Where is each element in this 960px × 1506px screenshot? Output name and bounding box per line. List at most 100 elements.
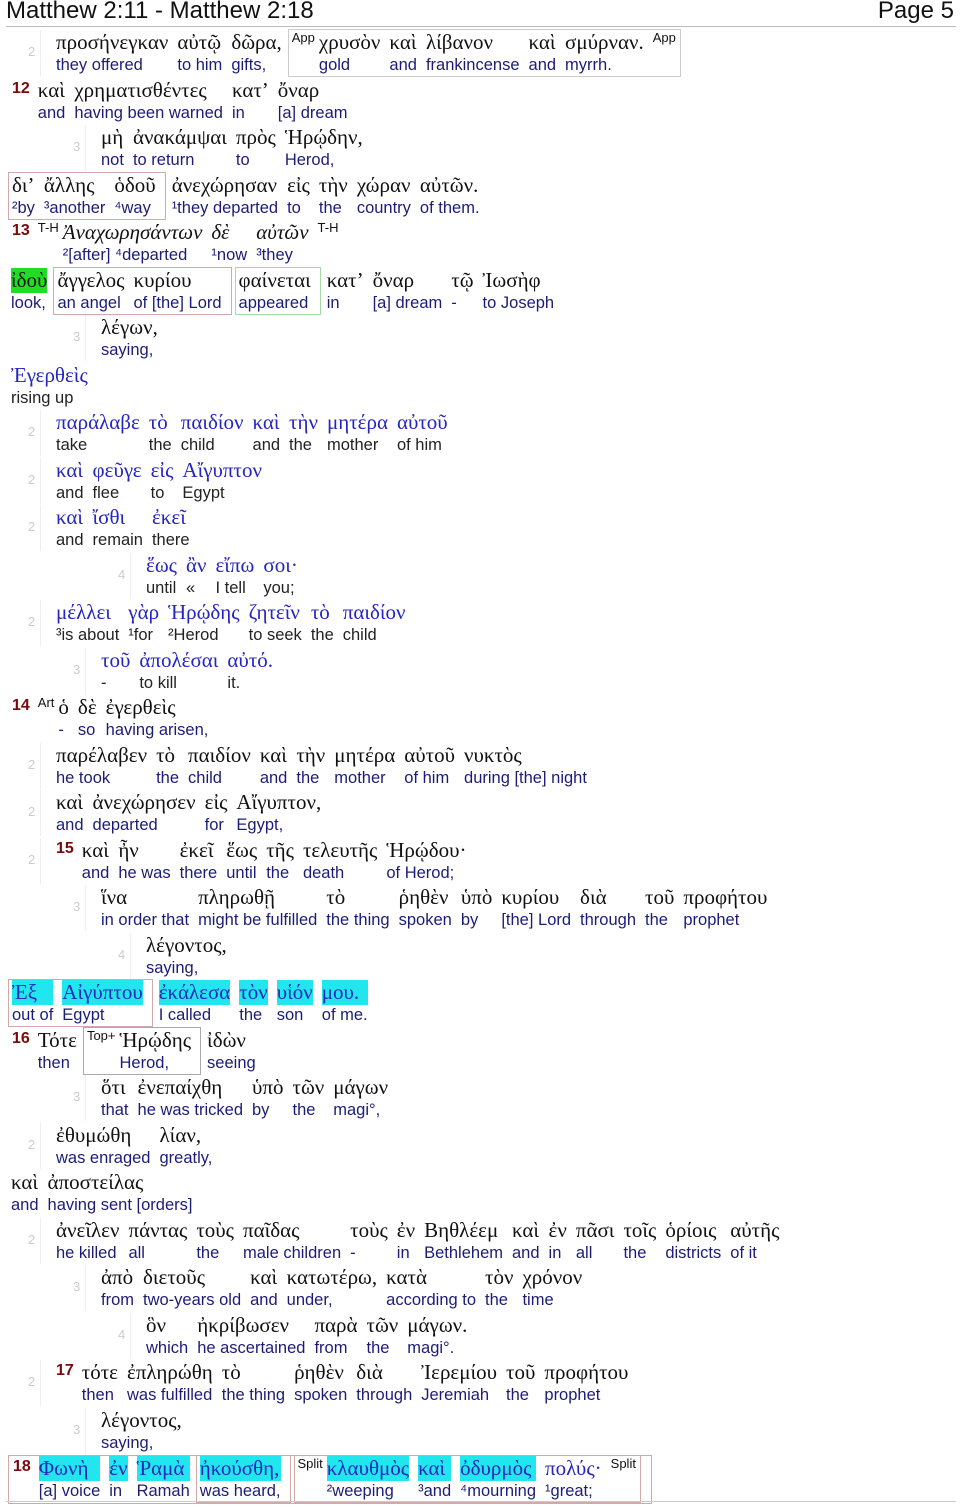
verse-number: 18: [13, 1458, 31, 1475]
indent-guide: [130, 932, 131, 979]
english-gloss: ²[after] ⁴departed: [62, 246, 188, 264]
annotation-tag: App: [652, 30, 676, 45]
greek-word: ῥηθὲν: [294, 1360, 344, 1384]
english-gloss: for: [204, 816, 224, 834]
word-pair: τὸ the thing: [222, 1360, 285, 1406]
word-pair: Ἡρῴδης Herod,: [120, 1028, 192, 1074]
greek-word: δὲ: [211, 220, 230, 244]
english-gloss: seeing: [207, 1053, 256, 1072]
word-pair: τὸ the: [149, 410, 172, 456]
word-pair: παιδίον child: [188, 743, 251, 789]
english-gloss: in: [109, 1482, 123, 1500]
interlinear-line: 15 καὶ and ἦν he was ἐκεῖ there ἕως until τῆς the τ…: [56, 838, 475, 884]
interlinear-line: ἀπὸ from διετοῦς two-years old καὶ and κατωτέρ…: [101, 1265, 591, 1311]
word-pair: παρὰ from: [314, 1313, 357, 1359]
greek-word: ἴσθι: [92, 505, 126, 529]
english-gloss: ¹now: [211, 246, 248, 264]
word-pair: καὶ ³and: [418, 1456, 452, 1502]
word-pair: εἰς to: [287, 173, 310, 219]
word-pair: εἰς to: [151, 458, 174, 504]
word-pair: τῶν the: [367, 1313, 399, 1359]
english-gloss: Egypt,: [236, 816, 284, 834]
indent-level-marker: 2: [28, 804, 36, 819]
word-pair: παρέλαβεν he took: [56, 743, 147, 789]
word-pair: παιδίον child: [181, 410, 244, 456]
header-divider: [6, 26, 956, 27]
greek-word: αὐτό.: [227, 647, 274, 672]
english-gloss: I tell: [215, 578, 246, 597]
word-pair: δι’ ²by: [12, 173, 35, 219]
greek-word: ἂν: [185, 552, 207, 577]
word-pair: Τότε then: [38, 1028, 77, 1074]
english-gloss: of him: [396, 436, 442, 454]
word-pair: εἴπω I tell: [215, 553, 254, 599]
word-pair: διὰ through: [356, 1360, 412, 1406]
indent-guide: [85, 1265, 86, 1311]
english-gloss: «: [185, 578, 196, 597]
interlinear-line: καὶ and φεῦγε flee εἰς to Αἴγυπτον Egypt: [56, 458, 271, 504]
word-pair: λίαν, greatly,: [159, 1123, 212, 1169]
greek-word: πολύς·: [545, 1456, 602, 1480]
word-pair: αὐτοῦ of him: [404, 743, 455, 789]
word-pair: προφήτου prophet: [544, 1360, 628, 1406]
indent-guide: [85, 1407, 86, 1454]
greek-word: καὶ: [389, 30, 417, 54]
interlinear-line: καὶ and ἴσθι remain ἐκεῖ there: [56, 505, 199, 551]
greek-word: τὸ: [221, 1360, 241, 1384]
word-pair: ὄναρ [a] dream: [373, 268, 443, 314]
greek-word: ἐθυμώθη: [56, 1122, 132, 1147]
english-gloss: having been warned: [74, 103, 223, 122]
english-gloss: prophet: [544, 1386, 601, 1404]
greek-word: γὰρ: [128, 600, 160, 624]
english-gloss: [a] voice: [38, 1482, 101, 1500]
english-gloss: he took: [56, 768, 111, 787]
interlinear-line: λέγοντος, saying,: [101, 1408, 191, 1454]
indent-level-marker: 2: [28, 614, 36, 629]
word-pair: παιδίον child: [343, 600, 406, 646]
english-gloss: the: [148, 436, 172, 454]
word-pair: ἐγερθεὶς having arisen,: [106, 695, 209, 741]
word-pair: δῶρα, gifts,: [231, 30, 281, 76]
word-pair: καὶ and: [56, 458, 84, 504]
english-gloss: ⁴way: [114, 198, 151, 217]
word-pair: τὸν the: [239, 980, 268, 1026]
verse-number: 16: [12, 1029, 30, 1047]
greek-word: σμύρναν.: [565, 30, 644, 54]
word-pair: διετοῦς two-years old: [143, 1265, 241, 1311]
greek-word: Ἡρῴδης: [119, 1027, 192, 1052]
interlinear-line: ἀνεῖλεν he killed πάντας all τοὺς the παῖδας ma…: [56, 1218, 788, 1264]
english-gloss: and: [56, 816, 84, 834]
word-pair: Αἴγυπτον Egypt: [182, 458, 262, 504]
word-pair: Αἰγύπτου Egypt: [62, 980, 143, 1026]
interlinear-line: ὅτι that ἐνεπαίχθη he was tricked ὑπὸ by τῶν th…: [101, 1075, 397, 1121]
word-pair: ἂν «: [186, 553, 207, 599]
greek-word: αὐτοῦ: [404, 742, 456, 767]
english-gloss: of me.: [321, 1006, 368, 1024]
word-group: Ἐξ out of Αἰγύπτου Egypt: [8, 979, 153, 1027]
word-pair: μου. of me.: [321, 980, 368, 1026]
word-pair: γὰρ ¹for: [128, 600, 159, 646]
english-gloss: he ascertained: [197, 1338, 306, 1357]
indent-level-marker: 2: [28, 471, 36, 487]
word-pair: εἰς for: [205, 790, 228, 836]
word-pair: μάγων. magi°.: [407, 1313, 467, 1359]
greek-word: Ἐγερθεὶς: [11, 362, 88, 387]
word-pair: λέγοντος, saying,: [146, 933, 227, 979]
word-pair: Βηθλέεμ Bethlehem: [424, 1218, 503, 1264]
greek-word: κατωτέρω,: [286, 1265, 378, 1289]
interlinear-line: δι’ ²by ἄλλης ³another ὁδοῦ ⁴way ἀνεχώρησαν ¹th…: [8, 171, 489, 220]
word-group: δι’ ²by ἄλλης ³another ὁδοῦ ⁴way: [8, 171, 166, 220]
indent-guide: [130, 552, 131, 599]
word-pair: τὴν the: [289, 410, 318, 456]
greek-word: πληρωθῇ: [198, 885, 275, 909]
greek-word: κατὰ: [386, 1265, 427, 1289]
english-gloss: to return: [132, 151, 195, 169]
greek-word: ἠκρίβωσεν: [197, 1312, 290, 1337]
word-pair: χρυσὸν gold: [319, 30, 381, 76]
word-pair: ἐκεῖ there: [152, 505, 190, 551]
word-pair: τοῦ the: [506, 1360, 535, 1406]
indent-guide: [130, 1312, 131, 1359]
verse-number: 12: [12, 79, 30, 97]
interlinear-line: 18 Φωνὴ [a] voice ἐν in Ῥαμὰ Ramah ἠκούσθη, was …: [8, 1455, 652, 1504]
greek-word: μάγων.: [407, 1312, 468, 1337]
